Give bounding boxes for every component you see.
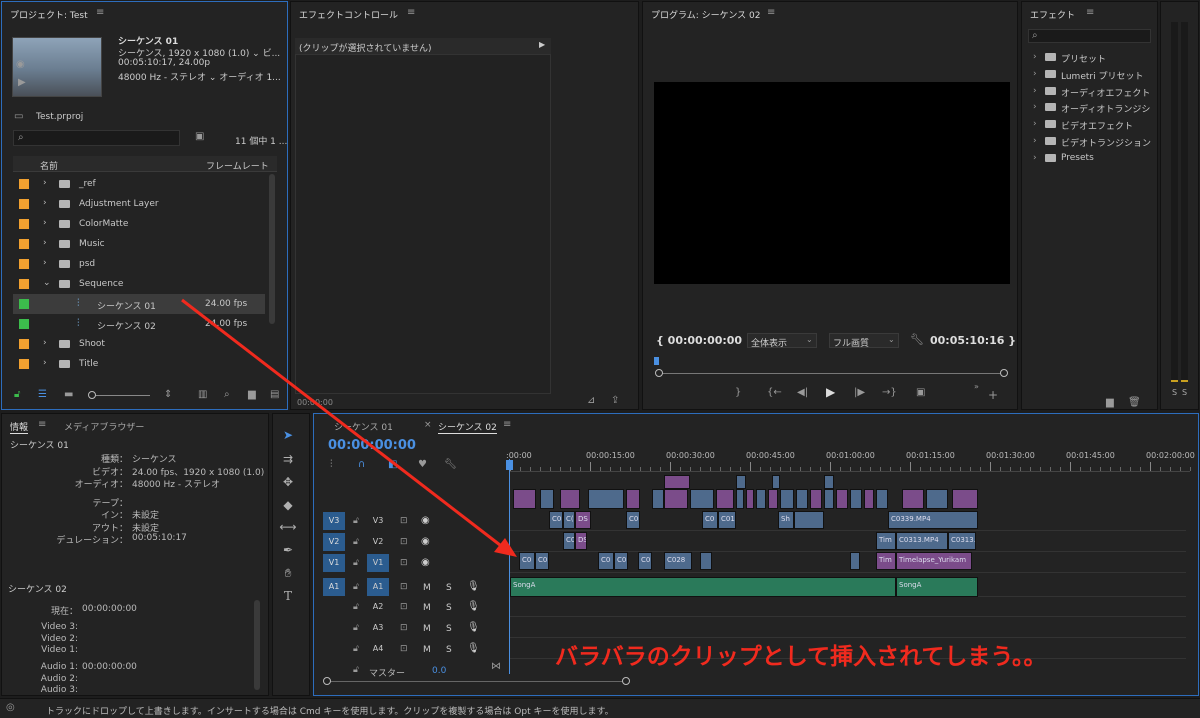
annotation-arrow: [181, 298, 517, 557]
status-bar: ◎ トラックにドロップして上書きします。インサートする場合は Cmd キーを使用…: [0, 698, 1200, 718]
status-icon: ◎: [6, 702, 15, 713]
status-text: トラックにドロップして上書きします。インサートする場合は Cmd キーを使用しま…: [46, 707, 614, 717]
